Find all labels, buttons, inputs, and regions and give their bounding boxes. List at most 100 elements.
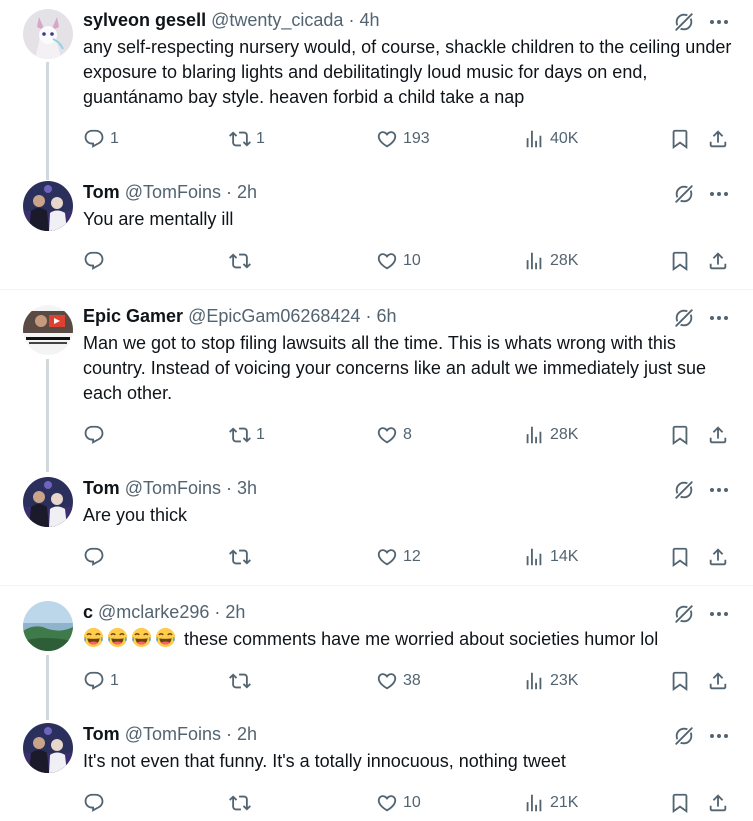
share-button[interactable]: [707, 545, 729, 569]
bookmark-button[interactable]: [669, 669, 691, 693]
bookmark-button[interactable]: [669, 791, 691, 815]
repost-button[interactable]: [229, 545, 256, 569]
user-handle[interactable]: @twenty_cicada: [211, 10, 343, 30]
post-time[interactable]: 6h: [376, 306, 396, 326]
grok-icon[interactable]: [673, 11, 695, 33]
like-count: 193: [403, 130, 430, 147]
reply-button[interactable]: [83, 423, 110, 447]
display-name[interactable]: Epic Gamer: [83, 306, 183, 326]
views-button[interactable]: 40K: [523, 127, 578, 151]
share-button[interactable]: [707, 249, 729, 273]
avatar[interactable]: [23, 723, 73, 773]
post-header: c @mclarke296 · 2h: [83, 601, 245, 623]
post-time[interactable]: 2h: [237, 724, 257, 744]
user-handle[interactable]: @mclarke296: [98, 602, 209, 622]
post-time[interactable]: 2h: [225, 602, 245, 622]
more-icon[interactable]: [707, 602, 731, 626]
grok-icon[interactable]: [673, 183, 695, 205]
post-time[interactable]: 3h: [237, 478, 257, 498]
reply-icon: [83, 670, 105, 692]
repost-button[interactable]: [229, 669, 256, 693]
like-button[interactable]: 38: [376, 669, 421, 693]
post-header: Tom @TomFoins · 2h: [83, 181, 257, 203]
reply-button[interactable]: 1: [83, 127, 119, 151]
reply-icon: [83, 128, 105, 150]
more-icon[interactable]: [707, 10, 731, 34]
action-bar: 10 21K: [83, 791, 743, 815]
avatar[interactable]: [23, 601, 73, 651]
repost-count: 1: [256, 130, 265, 147]
repost-icon: [229, 792, 251, 814]
view-count: 28K: [550, 252, 579, 269]
bookmark-button[interactable]: [669, 545, 691, 569]
action-bar: 1 8 28K: [83, 423, 743, 447]
avatar[interactable]: [23, 9, 73, 59]
grok-icon[interactable]: [673, 603, 695, 625]
views-button[interactable]: 28K: [523, 423, 578, 447]
view-count: 21K: [550, 794, 579, 811]
like-button[interactable]: 8: [376, 423, 412, 447]
share-button[interactable]: [707, 423, 729, 447]
user-handle[interactable]: @TomFoins: [125, 724, 221, 744]
bookmark-button[interactable]: [669, 127, 691, 151]
repost-icon: [229, 424, 251, 446]
views-button[interactable]: 23K: [523, 669, 578, 693]
views-button[interactable]: 28K: [523, 249, 578, 273]
view-count: 23K: [550, 672, 579, 689]
grok-icon[interactable]: [673, 479, 695, 501]
avatar[interactable]: [23, 305, 73, 355]
repost-button[interactable]: [229, 249, 256, 273]
display-name[interactable]: sylveon gesell: [83, 10, 206, 30]
view-count: 28K: [550, 426, 579, 443]
user-handle[interactable]: @TomFoins: [125, 182, 221, 202]
display-name[interactable]: Tom: [83, 724, 120, 744]
reply-button[interactable]: [83, 545, 110, 569]
avatar[interactable]: [23, 477, 73, 527]
bookmark-button[interactable]: [669, 423, 691, 447]
repost-icon: [229, 250, 251, 272]
share-button[interactable]: [707, 669, 729, 693]
more-icon[interactable]: [707, 478, 731, 502]
like-button[interactable]: 10: [376, 791, 421, 815]
views-button[interactable]: 14K: [523, 545, 578, 569]
bookmark-icon: [669, 250, 691, 272]
reply-button[interactable]: 1: [83, 669, 119, 693]
post-time[interactable]: 2h: [237, 182, 257, 202]
like-button[interactable]: 12: [376, 545, 421, 569]
reply-icon: [83, 546, 105, 568]
laughing-crying-emoji-icon: [155, 627, 176, 648]
heart-icon: [376, 128, 398, 150]
grok-icon[interactable]: [673, 725, 695, 747]
avatar[interactable]: [23, 181, 73, 231]
display-name[interactable]: c: [83, 602, 93, 622]
reply-button[interactable]: [83, 791, 110, 815]
user-handle[interactable]: @EpicGam06268424: [188, 306, 360, 326]
more-icon[interactable]: [707, 306, 731, 330]
bookmark-icon: [669, 546, 691, 568]
more-icon[interactable]: [707, 182, 731, 206]
grok-icon[interactable]: [673, 307, 695, 329]
repost-icon: [229, 128, 251, 150]
more-icon[interactable]: [707, 724, 731, 748]
heart-icon: [376, 792, 398, 814]
repost-button[interactable]: [229, 791, 256, 815]
user-handle[interactable]: @TomFoins: [125, 478, 221, 498]
post-time[interactable]: 4h: [359, 10, 379, 30]
views-button[interactable]: 21K: [523, 791, 578, 815]
post-header: Tom @TomFoins · 2h: [83, 723, 257, 745]
reply-button[interactable]: [83, 249, 110, 273]
like-button[interactable]: 10: [376, 249, 421, 273]
share-button[interactable]: [707, 791, 729, 815]
share-button[interactable]: [707, 127, 729, 151]
like-button[interactable]: 193: [376, 127, 430, 151]
display-name[interactable]: Tom: [83, 182, 120, 202]
display-name[interactable]: Tom: [83, 478, 120, 498]
separator-dot: ·: [226, 724, 232, 744]
bookmark-button[interactable]: [669, 249, 691, 273]
post-text: any self-respecting nursery would, of co…: [83, 37, 732, 107]
action-bar: 1 38 23K: [83, 669, 743, 693]
separator-dot: ·: [348, 10, 355, 30]
repost-button[interactable]: 1: [229, 127, 265, 151]
post-text-body: these comments have me worried about soc…: [184, 629, 659, 649]
repost-button[interactable]: 1: [229, 423, 265, 447]
